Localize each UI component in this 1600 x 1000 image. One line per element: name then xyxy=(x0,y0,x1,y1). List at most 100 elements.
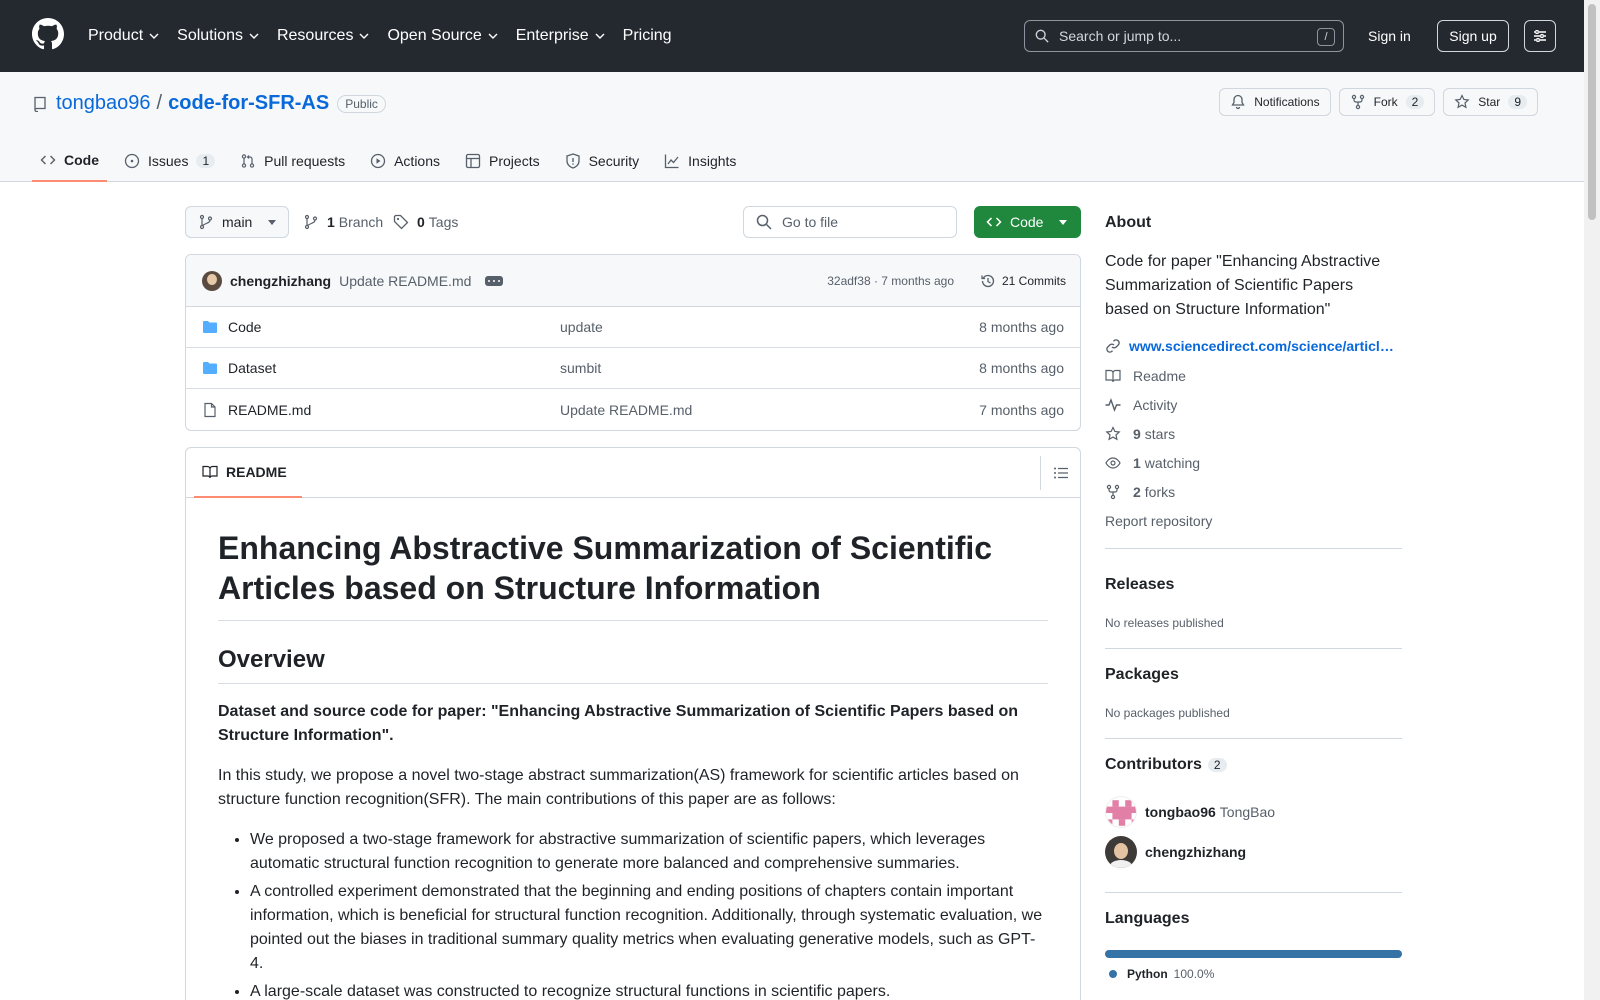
nav-solutions-label: Solutions xyxy=(177,27,243,44)
scrollbar-thumb[interactable] xyxy=(1588,4,1596,220)
language-percent: 100.0% xyxy=(1173,967,1215,981)
stars-label: stars xyxy=(1144,426,1176,442)
contributor-item[interactable]: chengzhizhang xyxy=(1105,836,1250,868)
star-icon xyxy=(1454,94,1470,109)
readme-link[interactable]: Readme xyxy=(1105,368,1186,384)
file-name-link[interactable]: Dataset xyxy=(228,360,276,376)
ellipsis-icon[interactable] xyxy=(485,275,504,286)
nav-product[interactable]: Product xyxy=(88,27,159,45)
file-commit-message[interactable]: Update README.md xyxy=(560,402,692,418)
play-icon xyxy=(370,153,386,169)
file-row[interactable]: Dataset sumbit 8 months ago xyxy=(186,348,1080,389)
author-avatar[interactable] xyxy=(202,270,222,291)
commit-sha-time[interactable]: 32adf38 · 7 months ago xyxy=(827,274,954,288)
tab-projects[interactable]: Projects xyxy=(457,140,548,182)
tab-insights-label: Insights xyxy=(688,153,737,169)
chevron-down-icon xyxy=(595,33,605,39)
go-to-file-input[interactable]: Go to file xyxy=(743,206,957,238)
nav-solutions[interactable]: Solutions xyxy=(177,27,259,45)
code-download-button[interactable]: Code xyxy=(974,206,1081,238)
stars-link[interactable]: 9 stars xyxy=(1105,426,1175,442)
page-scrollbar[interactable] xyxy=(1584,0,1600,1000)
report-repository-link[interactable]: Report repository xyxy=(1105,513,1212,529)
tab-actions[interactable]: Actions xyxy=(362,140,448,182)
homepage-link[interactable]: www.sciencedirect.com/science/articl… xyxy=(1105,338,1394,354)
site-menu-button[interactable] xyxy=(1524,20,1556,52)
releases-heading[interactable]: Releases xyxy=(1105,576,1174,594)
commit-message-link[interactable]: Update README.md xyxy=(339,273,471,289)
tab-pull-requests[interactable]: Pull requests xyxy=(232,140,353,182)
commits-history-link[interactable]: 21 Commits xyxy=(980,273,1066,289)
file-commit-message[interactable]: sumbit xyxy=(560,360,601,376)
notifications-label: Notifications xyxy=(1254,95,1320,109)
file-row[interactable]: Code update 8 months ago xyxy=(186,307,1080,348)
language-color-dot xyxy=(1109,970,1117,978)
branch-selector[interactable]: main xyxy=(185,206,289,238)
file-row[interactable]: README.md Update README.md 7 months ago xyxy=(186,389,1080,430)
file-commit-message[interactable]: update xyxy=(560,319,603,335)
sign-in-link[interactable]: Sign in xyxy=(1368,20,1411,52)
github-logo-icon[interactable] xyxy=(32,18,64,50)
divider xyxy=(1105,648,1402,649)
languages-heading: Languages xyxy=(1105,910,1190,927)
branches-link[interactable]: 1 Branch xyxy=(303,206,383,238)
file-name-link[interactable]: Code xyxy=(228,319,261,335)
visibility-badge: Public xyxy=(337,94,386,113)
table-of-contents-button[interactable] xyxy=(1040,456,1080,490)
sign-up-button[interactable]: Sign up xyxy=(1437,20,1509,52)
avatar xyxy=(1105,796,1137,828)
contributor-full-name: TongBao xyxy=(1219,804,1276,820)
search-placeholder: Search or jump to... xyxy=(1059,28,1182,44)
nav-pricing[interactable]: Pricing xyxy=(623,27,672,45)
tab-code[interactable]: Code xyxy=(32,140,107,182)
tab-actions-label: Actions xyxy=(394,153,441,169)
star-button[interactable]: Star 9 xyxy=(1443,88,1538,116)
global-header: Product Solutions Resources Open Source … xyxy=(0,0,1584,72)
chevron-down-icon xyxy=(359,33,369,39)
code-button-label: Code xyxy=(1010,214,1044,230)
forks-count: 2 xyxy=(1133,484,1141,500)
repo-name-link[interactable]: code-for-SFR-AS xyxy=(168,92,329,115)
contributors-heading-label: Contributors xyxy=(1105,756,1202,773)
star-count: 9 xyxy=(1508,95,1527,109)
commit-author-link[interactable]: chengzhizhang xyxy=(230,273,331,289)
packages-heading[interactable]: Packages xyxy=(1105,666,1179,684)
contributors-heading[interactable]: Contributors 2 xyxy=(1105,756,1227,774)
git-branch-icon xyxy=(199,214,213,230)
notifications-button[interactable]: Notifications xyxy=(1219,88,1331,116)
contributor-login: tongbao96 xyxy=(1145,804,1216,820)
tab-insights[interactable]: Insights xyxy=(656,140,744,182)
tags-link[interactable]: 0 Tags xyxy=(393,206,458,238)
tab-security[interactable]: Security xyxy=(557,140,648,182)
global-search-input[interactable]: Search or jump to... / xyxy=(1024,20,1344,52)
tab-issues[interactable]: Issues 1 xyxy=(116,140,223,182)
nav-open-source[interactable]: Open Source xyxy=(387,27,498,45)
repo-owner-link[interactable]: tongbao96 xyxy=(56,92,151,115)
readme-bold-intro: Dataset and source code for paper: "Enha… xyxy=(218,703,1019,744)
readme-tab-label: README xyxy=(226,464,287,480)
file-commit-time: 7 months ago xyxy=(979,401,1064,418)
global-nav: Product Solutions Resources Open Source … xyxy=(88,0,690,72)
file-navigation: main 1 Branch 0 Tags Go to file Code xyxy=(185,206,1081,238)
nav-resources[interactable]: Resources xyxy=(277,27,369,45)
branch-name: main xyxy=(222,214,253,230)
watching-label: watching xyxy=(1144,455,1201,471)
nav-enterprise[interactable]: Enterprise xyxy=(516,27,605,45)
language-name: Python xyxy=(1127,967,1168,981)
chevron-down-icon xyxy=(149,33,159,39)
activity-link[interactable]: Activity xyxy=(1105,397,1177,413)
file-name-link[interactable]: README.md xyxy=(228,402,311,418)
readme-tab[interactable]: README xyxy=(194,448,302,498)
fork-count: 2 xyxy=(1405,95,1425,109)
contributor-item[interactable]: tongbao96 TongBao xyxy=(1105,796,1275,828)
graph-icon xyxy=(665,154,679,169)
code-icon xyxy=(40,155,56,165)
go-to-file-placeholder: Go to file xyxy=(782,214,839,230)
language-item[interactable]: Python 100.0% xyxy=(1109,967,1214,981)
link-icon xyxy=(1106,339,1120,353)
forks-link[interactable]: 2 forks xyxy=(1105,484,1175,500)
fork-button[interactable]: Fork 2 xyxy=(1338,88,1436,116)
tag-count: 0 xyxy=(417,214,425,230)
list-item: A large-scale dataset was constructed to… xyxy=(250,980,1048,1000)
watchers-link[interactable]: 1 watching xyxy=(1105,455,1200,471)
